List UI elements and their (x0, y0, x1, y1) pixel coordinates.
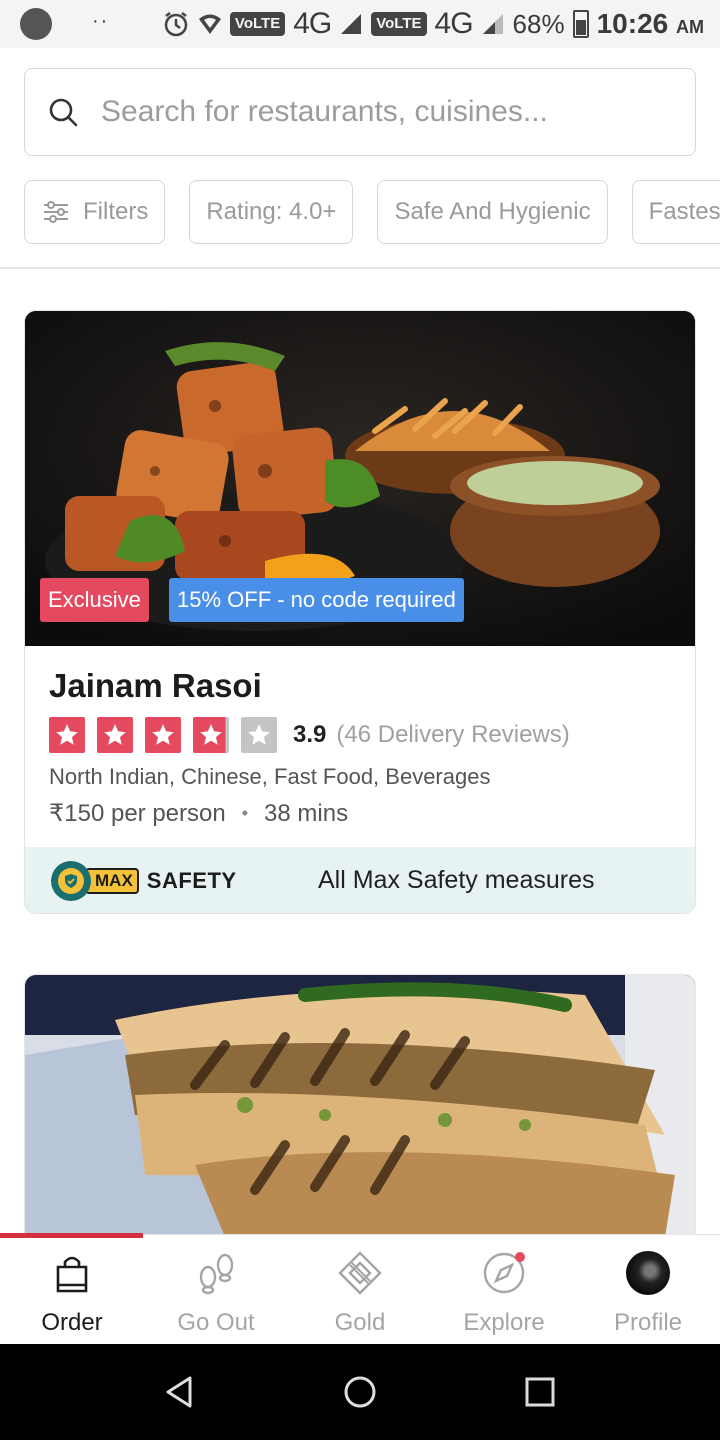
home-icon[interactable] (342, 1374, 378, 1410)
shopping-bag-icon (56, 1256, 88, 1293)
shield-check-icon (51, 861, 91, 901)
rating-value: 3.9 (293, 721, 327, 748)
clock: 10:26 AM (597, 8, 704, 40)
rating-row: 3.9 (46 Delivery Reviews) (49, 717, 570, 753)
star-icon (193, 717, 229, 753)
signal-icon-2 (482, 14, 503, 34)
volte-label-1: VoLTE (229, 12, 286, 36)
filter-chips: Filters Rating: 4.0+ Safe And Hygienic F… (24, 180, 720, 244)
nav-go-out[interactable]: Go Out (144, 1235, 288, 1345)
signal-icon-1 (341, 14, 362, 34)
nav-explore[interactable]: Explore (432, 1235, 576, 1345)
network-type-1: 4G (293, 7, 332, 40)
nav-profile[interactable]: Profile (576, 1235, 720, 1345)
alarm-icon (164, 12, 188, 37)
nav-go-out-label: Go Out (177, 1309, 255, 1336)
restaurant-card[interactable]: Exclusive 15% OFF - no code required Jai… (24, 310, 696, 914)
delivery-time: 38 mins (264, 799, 349, 827)
filter-sliders-icon (44, 201, 68, 223)
nav-gold-label: Gold (334, 1309, 386, 1336)
header-divider (0, 267, 720, 269)
fastest-delivery-chip-label: Fastest Delivery (648, 198, 720, 225)
gold-diamond-icon (338, 1251, 382, 1295)
search-input[interactable] (101, 95, 621, 129)
price-per-person: ₹150 per person (49, 800, 226, 827)
separator-dot: • (241, 803, 249, 823)
clock-suffix: AM (676, 17, 704, 37)
wifi-icon (198, 14, 221, 34)
fastest-delivery-chip[interactable]: Fastest Delivery (631, 180, 720, 244)
price-time-row: ₹150 per person • 38 mins (49, 799, 348, 828)
notification-dot (515, 1252, 525, 1262)
star-icon (49, 717, 85, 753)
network-type-2: 4G (434, 7, 474, 40)
filters-chip-label: Filters (83, 198, 149, 225)
system-navigation-bar (0, 1344, 720, 1440)
star-icon (145, 717, 181, 753)
restaurant-photo: Exclusive 15% OFF - no code required (25, 311, 695, 646)
back-icon[interactable] (162, 1374, 198, 1410)
rating-chip-label: Rating: 4.0+ (206, 198, 337, 225)
restaurant-photo (25, 975, 695, 1235)
bottom-navigation: Order Go Out Gold Explore Profile (0, 1233, 720, 1345)
offer-badge: 15% OFF - no code required (169, 578, 464, 622)
nav-explore-label: Explore (463, 1309, 545, 1336)
safety-measures-text: All Max Safety measures (318, 866, 595, 894)
avatar (626, 1251, 670, 1295)
recents-icon[interactable] (522, 1374, 558, 1410)
battery-icon (572, 10, 589, 38)
notification-icon (20, 8, 52, 40)
filters-chip[interactable]: Filters (24, 180, 166, 244)
safe-hygienic-chip-label: Safe And Hygienic (394, 198, 591, 225)
restaurant-name: Jainam Rasoi (49, 667, 262, 704)
rating-chip[interactable]: Rating: 4.0+ (189, 180, 354, 244)
footprints-icon (199, 1253, 234, 1295)
safety-banner[interactable]: MAX SAFETY All Max Safety measures (25, 847, 695, 913)
nav-order-label: Order (41, 1309, 103, 1336)
restaurant-card[interactable] (24, 974, 696, 1236)
search-bar[interactable] (24, 68, 696, 156)
exclusive-badge: Exclusive (40, 578, 149, 622)
star-icon (241, 717, 277, 753)
safe-hygienic-chip[interactable]: Safe And Hygienic (377, 180, 608, 244)
nav-order[interactable]: Order (0, 1235, 144, 1345)
nav-gold[interactable]: Gold (288, 1235, 432, 1345)
star-icon (97, 717, 133, 753)
safety-label: SAFETY (146, 868, 237, 893)
nav-profile-label: Profile (613, 1309, 683, 1336)
search-icon (49, 98, 78, 127)
status-icons: VoLTE 4G VoLTE 4G 68% 10:26 AM (162, 6, 704, 42)
review-count: (46 Delivery Reviews) (336, 721, 570, 748)
status-bar: ·· VoLTE 4G VoLTE 4G 68% 10:26 AM (0, 0, 720, 48)
cuisine-list: North Indian, Chinese, Fast Food, Bevera… (49, 764, 491, 789)
clock-time: 10:26 (596, 8, 669, 39)
more-notifications-icon: ·· (92, 10, 110, 32)
max-safety-logo: MAX SAFETY (51, 861, 237, 901)
battery-percent: 68% (512, 8, 565, 39)
max-label: MAX (85, 868, 139, 894)
volte-label-2: VoLTE (371, 12, 427, 36)
